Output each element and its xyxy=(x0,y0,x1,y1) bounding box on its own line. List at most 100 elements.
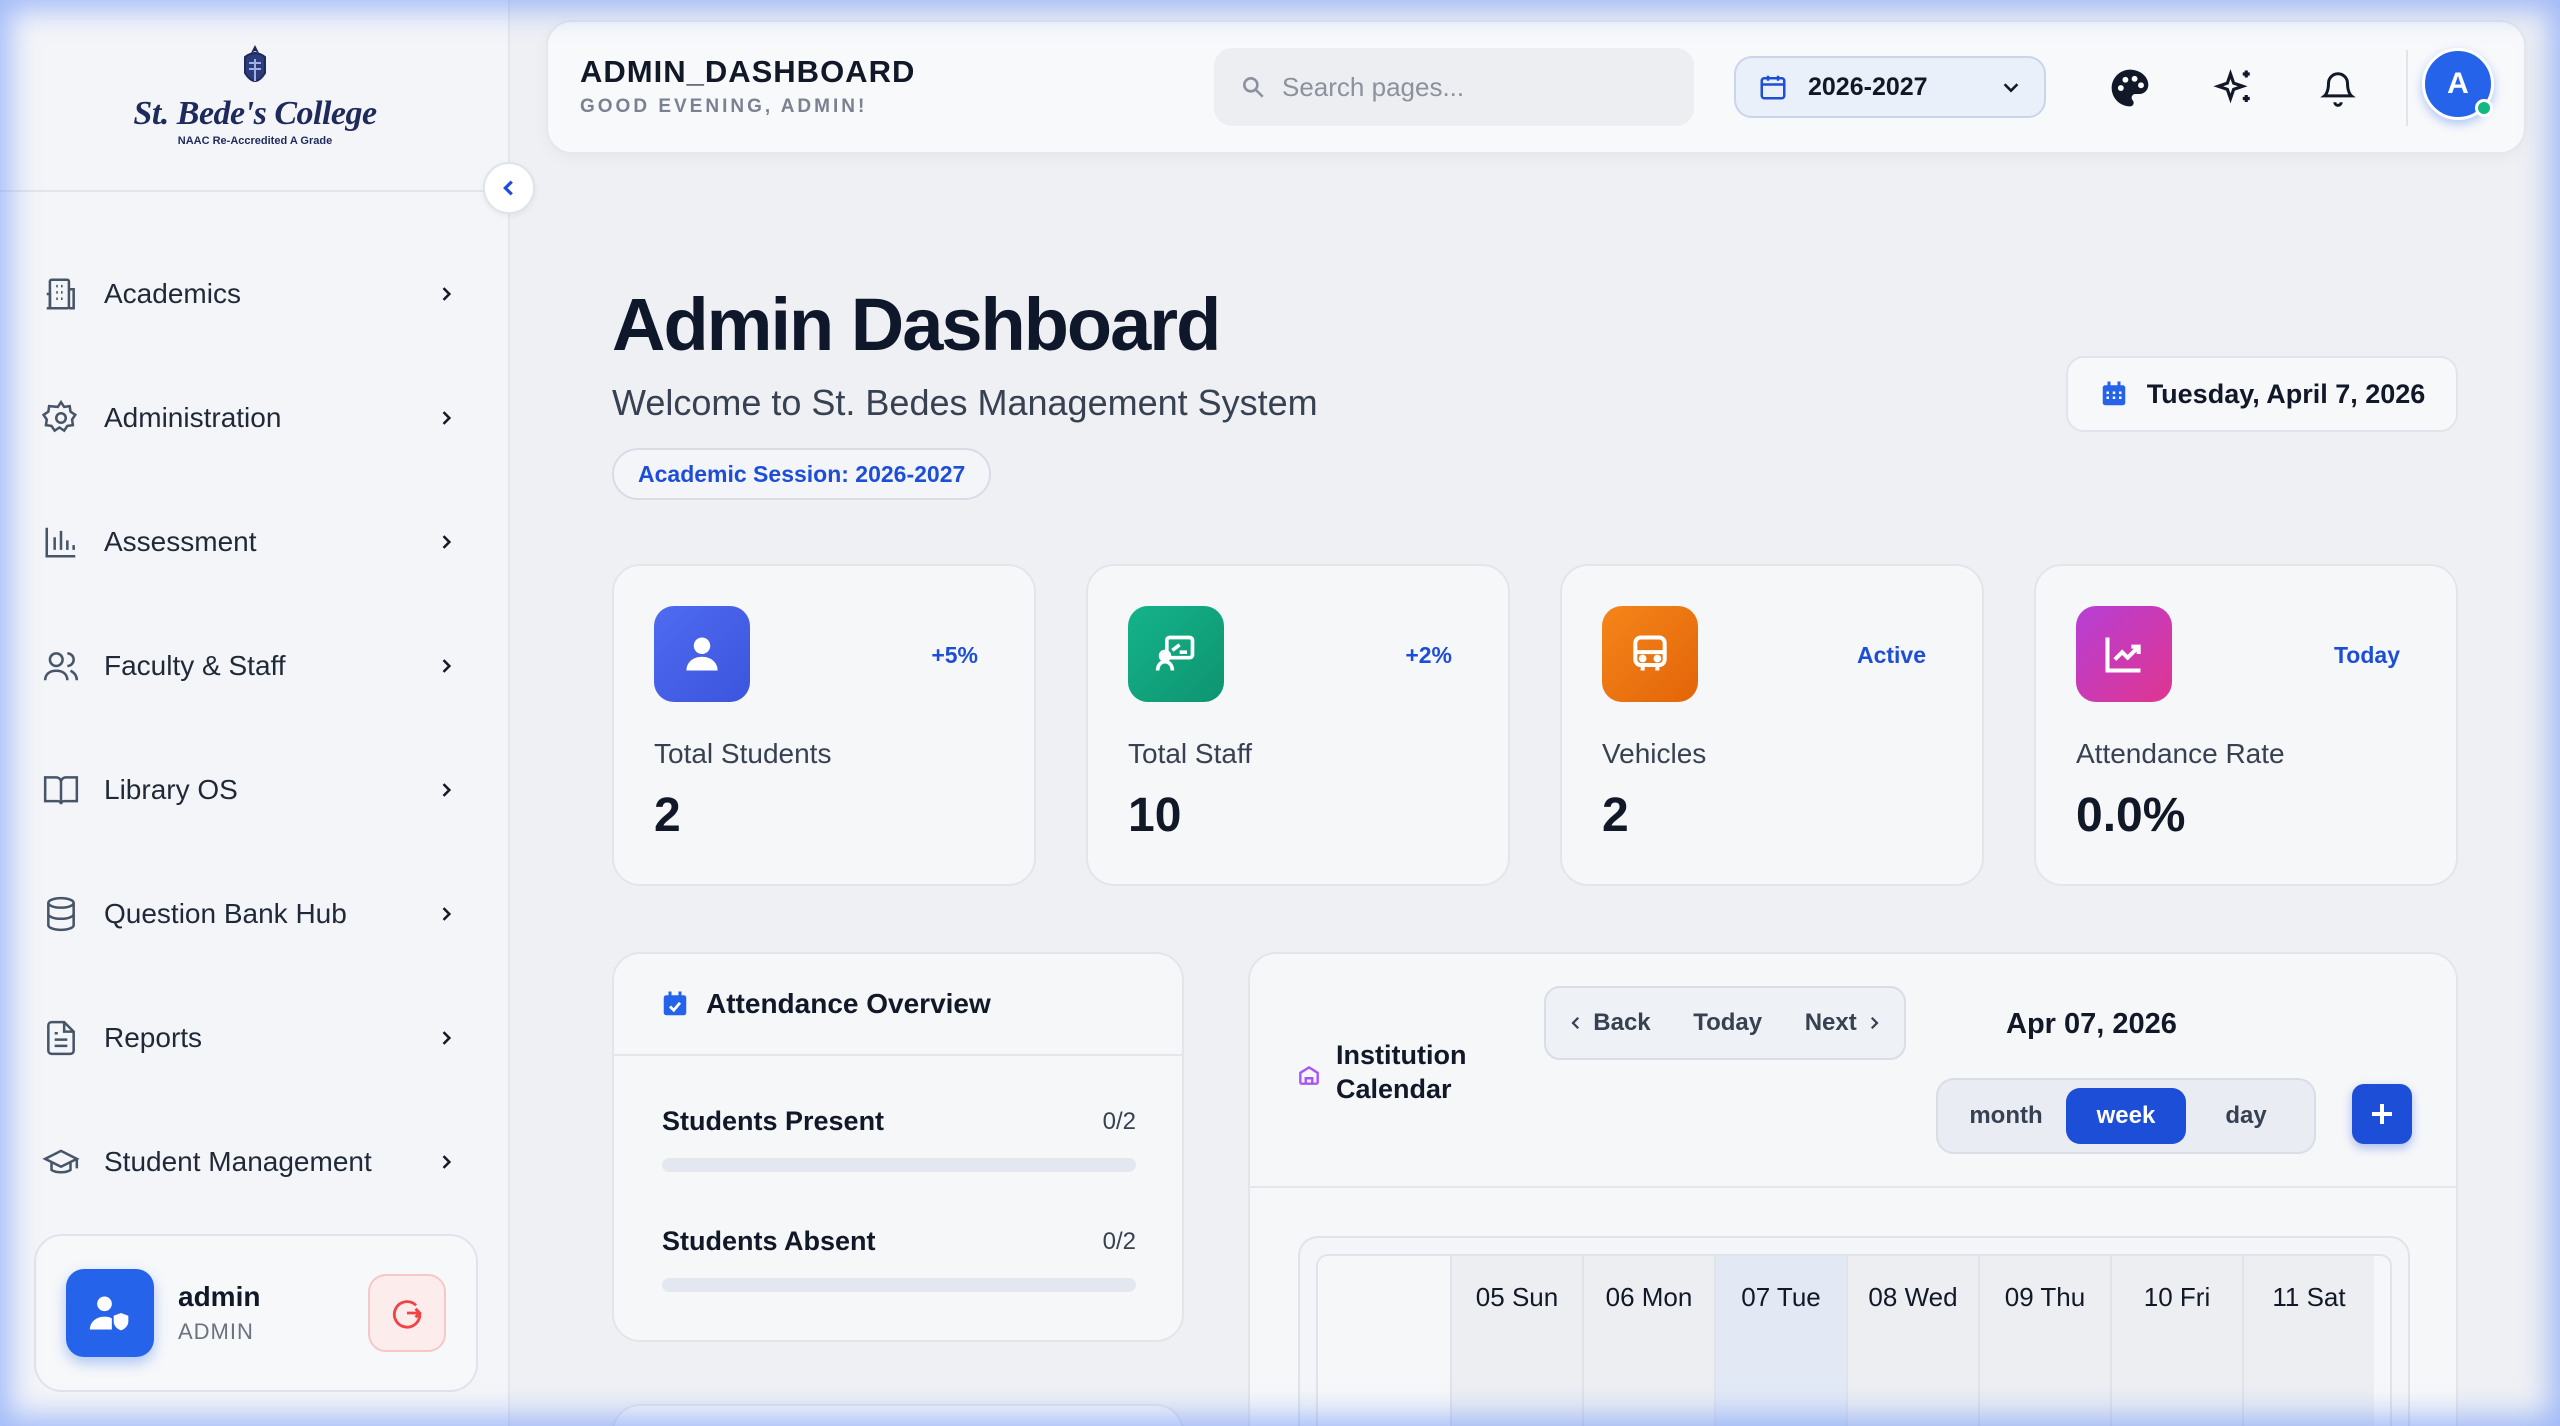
user-card: admin ADMIN xyxy=(34,1234,478,1392)
sidebar-item-question-bank-hub[interactable]: Question Bank Hub xyxy=(38,874,458,954)
college-logo[interactable]: St. Bede's College NAAC Re-Accredited A … xyxy=(0,0,510,192)
day-header: 07 Tue xyxy=(1741,1282,1821,1312)
stat-value: 0.0% xyxy=(2076,789,2186,842)
institution-calendar-card: Institution Calendar Back Today Next Apr… xyxy=(1248,952,2458,1426)
user-role: ADMIN xyxy=(178,1319,254,1344)
college-accreditation: NAAC Re-Accredited A Grade xyxy=(177,135,333,147)
day-header: 08 Wed xyxy=(1868,1282,1958,1312)
day-column-fri[interactable]: 10 Fri xyxy=(2110,1256,2242,1426)
sidebar-item-administration[interactable]: Administration xyxy=(38,378,458,458)
teacher-icon xyxy=(1155,635,1195,671)
theme-palette-button[interactable] xyxy=(2104,62,2156,114)
stat-badge: Today xyxy=(2333,642,2400,668)
sidebar-item-reports[interactable]: Reports xyxy=(38,998,458,1078)
calendar-back-button[interactable]: Back xyxy=(1567,1009,1651,1037)
calendar-today-button[interactable]: Today xyxy=(1693,1009,1762,1037)
calendar-current-date: Apr 07, 2026 xyxy=(2006,1008,2177,1040)
view-month-button[interactable]: month xyxy=(1946,1088,2066,1144)
sidebar-item-label: Academics xyxy=(104,278,241,309)
chevron-right-icon xyxy=(434,654,458,678)
day-column-thu[interactable]: 09 Thu xyxy=(1978,1256,2110,1426)
view-day-button[interactable]: day xyxy=(2186,1088,2306,1144)
academic-session-badge: Academic Session: 2026-2027 xyxy=(612,448,992,500)
building-icon xyxy=(38,271,84,317)
database-icon xyxy=(38,891,84,937)
calendar-title-group: Institution Calendar xyxy=(1296,1038,1486,1106)
sidebar-item-student-management[interactable]: Student Management xyxy=(38,1122,458,1202)
notifications-button[interactable] xyxy=(2312,62,2364,114)
stat-card-attendance-rate[interactable]: Today Attendance Rate 0.0% xyxy=(2034,564,2458,886)
chevron-down-icon xyxy=(2003,83,2019,93)
avatar[interactable]: A xyxy=(2422,48,2494,120)
stat-icon-box xyxy=(1602,606,1698,702)
chevron-right-icon xyxy=(434,1026,458,1050)
day-column-mon[interactable]: 06 Mon xyxy=(1582,1256,1714,1426)
stat-icon-box xyxy=(1128,606,1224,702)
calendar-title: Institution Calendar xyxy=(1336,1040,1467,1104)
logout-icon xyxy=(392,1300,422,1329)
college-crest-icon xyxy=(244,45,266,82)
calendar-icon xyxy=(2102,381,2125,406)
day-column-tue[interactable]: 07 Tue xyxy=(1714,1256,1846,1426)
attendance-overview-title: Attendance Overview xyxy=(706,988,991,1019)
day-column-sun[interactable]: 05 Sun xyxy=(1450,1256,1582,1426)
chevron-left-icon xyxy=(503,180,513,196)
sidebar-collapse-button[interactable] xyxy=(483,162,535,214)
attendance-progress-bar xyxy=(662,1278,1136,1292)
logout-button[interactable] xyxy=(368,1274,446,1352)
sidebar-item-faculty-staff[interactable]: Faculty & Staff xyxy=(38,626,458,706)
week-grid: 05 Sun 06 Mon 07 Tue 08 Wed 09 Thu 10 Fr… xyxy=(1298,1236,2410,1426)
view-week-button[interactable]: week xyxy=(2066,1088,2186,1144)
stat-icon-box xyxy=(2076,606,2172,702)
avatar-initial: A xyxy=(2447,67,2469,100)
plus-icon xyxy=(2372,1104,2392,1124)
calendar-toolbar: Institution Calendar Back Today Next Apr… xyxy=(1250,954,2456,1188)
book-open-icon xyxy=(38,767,84,813)
trending-up-icon xyxy=(2105,637,2141,673)
stat-card-total-staff[interactable]: +2% Total Staff 10 xyxy=(1086,564,1510,886)
sparkles-icon xyxy=(2213,69,2250,104)
header-divider xyxy=(2406,50,2408,126)
stat-card-total-students[interactable]: +5% Total Students 2 xyxy=(612,564,1036,886)
attendance-progress-bar xyxy=(662,1158,1136,1172)
attendance-overview-header: Attendance Overview xyxy=(614,954,1182,1056)
stat-icon-box xyxy=(654,606,750,702)
sidebar-item-label: Faculty & Staff xyxy=(104,650,286,681)
next-card-partial xyxy=(612,1404,1184,1426)
stat-label: Total Students xyxy=(654,738,832,769)
calendar-next-button[interactable]: Next xyxy=(1805,1009,1883,1037)
academic-year-select[interactable]: 2026-2027 xyxy=(1734,56,2046,118)
stat-label: Attendance Rate xyxy=(2076,738,2285,769)
online-status-dot xyxy=(2475,99,2493,117)
stat-badge: +2% xyxy=(1405,642,1452,668)
chevron-right-icon xyxy=(434,530,458,554)
week-grid-inner: 05 Sun 06 Mon 07 Tue 08 Wed 09 Thu 10 Fr… xyxy=(1316,1254,2392,1426)
sidebar-item-academics[interactable]: Academics xyxy=(38,254,458,334)
bar-chart-icon xyxy=(38,519,84,565)
search-input[interactable] xyxy=(1282,71,1662,103)
top-header: ADMIN_DASHBOARD GOOD EVENING, ADMIN! 202… xyxy=(546,20,2526,154)
day-column-wed[interactable]: 08 Wed xyxy=(1846,1256,1978,1426)
calendar-check-icon xyxy=(663,991,687,1016)
stat-card-vehicles[interactable]: Active Vehicles 2 xyxy=(1560,564,1984,886)
header-greeting: GOOD EVENING, ADMIN! xyxy=(580,96,868,117)
sidebar-item-library-os[interactable]: Library OS xyxy=(38,750,458,830)
chevron-left-icon xyxy=(1571,1016,1580,1030)
sidebar-item-assessment[interactable]: Assessment xyxy=(38,502,458,582)
attendance-row-label: Students Present xyxy=(662,1106,885,1136)
ai-sparkles-button[interactable] xyxy=(2208,62,2260,114)
day-header: 06 Mon xyxy=(1605,1282,1693,1312)
add-event-button[interactable] xyxy=(2352,1084,2412,1144)
header-title: ADMIN_DASHBOARD xyxy=(580,54,916,89)
graduation-cap-icon xyxy=(38,1139,84,1185)
institution-icon xyxy=(1299,1066,1319,1085)
chevron-right-icon xyxy=(1870,1016,1879,1030)
attendance-row-present: Students Present 0/2 xyxy=(662,1106,1136,1172)
calendar-icon xyxy=(1760,75,1786,100)
page-title: Admin Dashboard xyxy=(612,283,1221,366)
chevron-right-icon xyxy=(434,282,458,306)
search-bar[interactable] xyxy=(1214,48,1694,126)
bus-icon xyxy=(1633,635,1667,671)
page-subtitle: Welcome to St. Bedes Management System xyxy=(612,382,1318,423)
day-column-sat[interactable]: 11 Sat xyxy=(2242,1256,2374,1426)
